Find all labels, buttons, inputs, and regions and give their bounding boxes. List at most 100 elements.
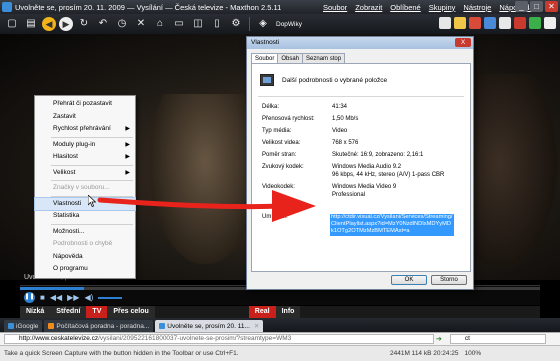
volume-slider[interactable] xyxy=(98,296,123,299)
mouse-cursor-icon xyxy=(88,195,96,207)
location-url-selected[interactable]: http://ctdir.visual.cz/Vysilani/Services… xyxy=(330,214,454,236)
menu-item-plugins[interactable]: Moduly plug-in ▶ xyxy=(35,139,135,152)
quality-low-button[interactable]: Nízká xyxy=(20,306,51,318)
info-button[interactable]: Info xyxy=(275,306,301,318)
prop-key: Typ média: xyxy=(262,128,292,134)
prop-value: Windows Media Audio 9.2 xyxy=(332,164,402,170)
submenu-arrow-icon: ▶ xyxy=(125,169,130,176)
ok-button[interactable]: OK xyxy=(391,275,427,285)
tools-icon[interactable]: ⚙ xyxy=(228,16,244,32)
maxthon-app-icon xyxy=(2,2,12,12)
menu-item-options[interactable]: Možnosti... xyxy=(35,226,135,239)
menu-item-size[interactable]: Velikost ▶ xyxy=(35,167,135,180)
bookmark-icon[interactable]: ▯ xyxy=(209,16,225,32)
fullscreen-button[interactable]: Přes celou xyxy=(107,306,155,318)
stop-icon[interactable]: ✕ xyxy=(133,16,149,32)
status-tip: Take a quick Screen Capture with the but… xyxy=(4,350,239,357)
quality-medium-button[interactable]: Střední xyxy=(50,306,87,318)
menu-item-statistics[interactable]: Statistika xyxy=(35,210,135,223)
menu-separator xyxy=(51,180,133,181)
prop-value: 96 kbps, 44 kHz, stereo (A/V) 1-pass CBR xyxy=(332,172,445,178)
go-icon[interactable]: ➔ xyxy=(436,335,442,343)
rewind-icon[interactable]: ◀◀ xyxy=(50,293,62,303)
quality-tv-button[interactable]: TV xyxy=(86,306,108,318)
real-button[interactable]: Real xyxy=(248,306,276,318)
undo-icon[interactable]: ↶ xyxy=(95,16,111,32)
menu-oblibene[interactable]: Oblíbené xyxy=(386,3,424,12)
menu-item-playback-speed[interactable]: Rychlost přehrávání ▶ xyxy=(35,123,135,136)
forward-icon[interactable]: ▶ xyxy=(59,17,73,31)
menu-zobrazit[interactable]: Zobrazit xyxy=(351,3,386,12)
properties-dialog: Vlastnosti X Soubor Obsah Seznam stop Da… xyxy=(246,36,474,290)
dialog-panel: Další podrobnosti o vybrané položce Délk… xyxy=(251,63,471,272)
menu-item-stop[interactable]: Zastavit xyxy=(35,111,135,124)
flag-icon[interactable] xyxy=(499,17,511,29)
minimize-button[interactable]: _ xyxy=(515,1,528,12)
wiki-icon[interactable]: ◈ xyxy=(255,16,271,32)
status-stats: 2441M 114 kB 20:24:25 xyxy=(390,350,459,357)
lock-icon[interactable] xyxy=(454,17,466,29)
dialog-close-button[interactable]: X xyxy=(455,38,471,47)
green-icon[interactable] xyxy=(529,17,541,29)
page-settings-icon[interactable] xyxy=(439,17,451,29)
prop-value: 41:34 xyxy=(332,104,348,110)
window-controls: _ □ ✕ xyxy=(515,1,558,12)
home-icon[interactable]: ⌂ xyxy=(152,16,168,32)
submenu-arrow-icon: ▶ xyxy=(125,154,130,160)
menu-item-error-details: Podrobnosti o chybě xyxy=(53,240,113,247)
menu-nastroje[interactable]: Nástroje xyxy=(459,3,495,12)
menu-item-about[interactable]: O programu xyxy=(35,263,135,276)
tab-pocitacova-poradna[interactable]: Počítačová poradna - poradna... xyxy=(44,320,154,332)
tab-strip: iGoogle Počítačová poradna - poradna... … xyxy=(0,318,560,332)
tab-igoogle[interactable]: iGoogle xyxy=(4,320,43,332)
gear-icon[interactable] xyxy=(544,17,556,29)
close-window-button[interactable]: ✕ xyxy=(545,1,558,12)
tab-obsah[interactable]: Obsah xyxy=(277,53,304,63)
prop-key: Přenosová rychlost: xyxy=(262,116,315,122)
menu-item-properties[interactable]: Vlastnosti xyxy=(34,196,136,211)
menu-item-help[interactable]: Nápověda xyxy=(35,251,135,264)
search-input[interactable]: ct xyxy=(449,334,546,344)
maximize-button[interactable]: □ xyxy=(530,1,543,12)
grid-icon[interactable] xyxy=(484,17,496,29)
tab-uvolnete-se[interactable]: Uvolněte se, prosím 20. 11... ✕ xyxy=(155,320,264,332)
tab-label: Uvolněte se, prosím 20. 11... xyxy=(167,322,250,330)
stop-icon[interactable]: ■ xyxy=(40,293,45,303)
prop-key: Poměr stran: xyxy=(262,152,297,158)
menu-soubor[interactable]: Soubor xyxy=(319,3,351,12)
pause-icon[interactable]: ❚❚ xyxy=(24,292,35,303)
dialog-title: Vlastnosti xyxy=(251,39,280,46)
block-icon[interactable] xyxy=(469,17,481,29)
cancel-button[interactable]: Storno xyxy=(431,275,467,285)
fast-forward-icon[interactable]: ▶▶ xyxy=(67,293,79,303)
prop-key: Umístění: xyxy=(262,214,288,220)
search-value: ct xyxy=(464,335,470,342)
close-tab-icon[interactable]: ✕ xyxy=(254,322,259,330)
url-host: http://www.ceskatelevize.cz xyxy=(19,335,99,342)
split-icon[interactable]: ◫ xyxy=(190,16,206,32)
folder-icon[interactable]: ▤ xyxy=(23,16,39,32)
menu-skupiny[interactable]: Skupiny xyxy=(425,3,460,12)
url-path: /vysilani/209522161800037-uvolnete-se-pr… xyxy=(98,335,292,342)
page-icon[interactable]: ▢ xyxy=(4,16,20,32)
player-buttons: ❚❚ ■ ◀◀ ▶▶ ◀) xyxy=(24,292,123,303)
dialog-buttons: OK Storno xyxy=(391,275,467,285)
menu-bar: Soubor Zobrazit Oblíbené Skupiny Nástroj… xyxy=(319,3,538,12)
window-title: Uvolněte se, prosím 20. 11. 2009 — Vysíl… xyxy=(15,2,282,12)
refresh-icon[interactable]: ↻ xyxy=(76,16,92,32)
screen-icon[interactable]: ▭ xyxy=(171,16,187,32)
prop-value: Skutečné: 16:9, zobrazeno: 2,16:1 xyxy=(332,152,424,158)
zoom-level[interactable]: 100% xyxy=(465,350,482,357)
menu-item-volume[interactable]: Hlasitost ▶ xyxy=(35,151,135,164)
menu-item-play-pause[interactable]: Přehrát či pozastavit xyxy=(35,98,135,111)
back-icon[interactable]: ◀ xyxy=(42,17,56,31)
red-icon[interactable] xyxy=(514,17,526,29)
volume-icon[interactable]: ◀) xyxy=(84,293,93,303)
dopwiky-label[interactable]: DopWiky xyxy=(276,21,302,28)
history-icon[interactable]: ◷ xyxy=(114,16,130,32)
submenu-arrow-icon: ▶ xyxy=(125,126,130,132)
tab-seznam-stop[interactable]: Seznam stop xyxy=(302,53,346,63)
url-input[interactable]: http://www.ceskatelevize.cz/vysilani/209… xyxy=(4,334,434,344)
submenu-arrow-icon: ▶ xyxy=(125,141,130,148)
status-bar: Take a quick Screen Capture with the but… xyxy=(0,345,560,361)
